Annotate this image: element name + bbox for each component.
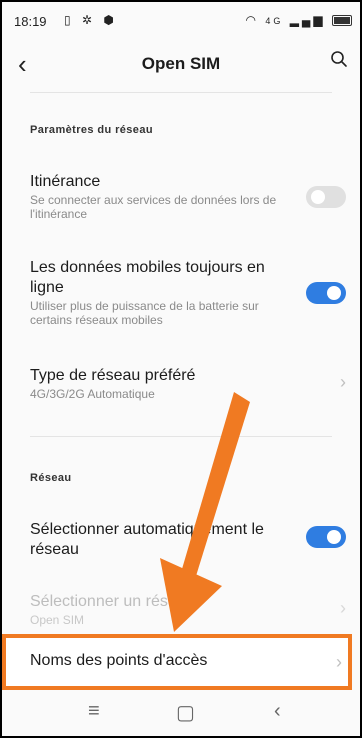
toggle-knob <box>327 530 341 544</box>
item-title: Itinérance <box>30 173 101 190</box>
item-subtitle: Utiliser plus de puissance de la batteri… <box>30 299 259 327</box>
battery-icon <box>332 15 352 27</box>
notification-icons: ▯ ✲ ⬢ <box>64 13 118 27</box>
network-type: 4G <box>265 16 284 26</box>
auto-select-toggle[interactable] <box>306 526 346 548</box>
section-network: Réseau <box>30 472 72 484</box>
toggle-knob <box>311 190 325 204</box>
wifi-icon: ◠ <box>245 13 259 27</box>
mobile-data-toggle[interactable] <box>306 282 346 304</box>
item-title: Les données mobiles toujours en ligne <box>30 259 265 296</box>
item-subtitle: 4G/3G/2G Automatique <box>30 387 155 401</box>
chevron-right-icon: › <box>336 652 342 672</box>
search-icon[interactable] <box>330 50 348 73</box>
item-roaming[interactable]: Itinérance Se connecter aux services de … <box>30 172 342 221</box>
status-time: 18:19 <box>14 14 47 29</box>
item-title: Sélectionner automatiquement le réseau <box>30 521 264 558</box>
item-subtitle: Open SIM <box>30 613 85 627</box>
item-select-network: Sélectionner un réseau Open SIM <box>30 592 342 627</box>
item-title: Noms des points d'accès <box>30 652 208 669</box>
page-title: Open SIM <box>141 54 221 73</box>
item-subtitle: Se connecter aux services de données lor… <box>30 193 277 221</box>
chevron-right-icon: › <box>340 372 346 392</box>
divider <box>30 92 332 93</box>
app-bar: ‹ Open SIM <box>0 48 362 84</box>
section-network-settings: Paramètres du réseau <box>30 124 153 136</box>
access-point-names-item[interactable]: Noms des points d'accès › <box>2 634 352 690</box>
chevron-right-icon: › <box>340 598 346 618</box>
menu-icon[interactable]: ≡ <box>88 700 100 723</box>
item-title: Type de réseau préféré <box>30 367 196 384</box>
signal-icon: ▂▄▆ <box>289 13 326 27</box>
toggle-knob <box>327 286 341 300</box>
divider <box>30 436 332 437</box>
item-title: Sélectionner un réseau <box>30 593 195 610</box>
home-icon[interactable]: ▢ <box>176 700 195 725</box>
system-icons: ◠ 4G ▂▄▆ <box>245 13 352 27</box>
navigation-bar: ≡ ▢ ‹ <box>0 694 362 734</box>
status-bar: 18:19 ▯ ✲ ⬢ ◠ 4G ▂▄▆ <box>14 10 352 32</box>
item-preferred-network-type[interactable]: Type de réseau préféré 4G/3G/2G Automati… <box>30 366 342 401</box>
item-mobile-data-always-on[interactable]: Les données mobiles toujours en ligne Ut… <box>30 258 342 327</box>
roaming-toggle[interactable] <box>306 186 346 208</box>
item-auto-select-network[interactable]: Sélectionner automatiquement le réseau <box>30 520 342 560</box>
back-icon[interactable]: ‹ <box>274 700 281 723</box>
